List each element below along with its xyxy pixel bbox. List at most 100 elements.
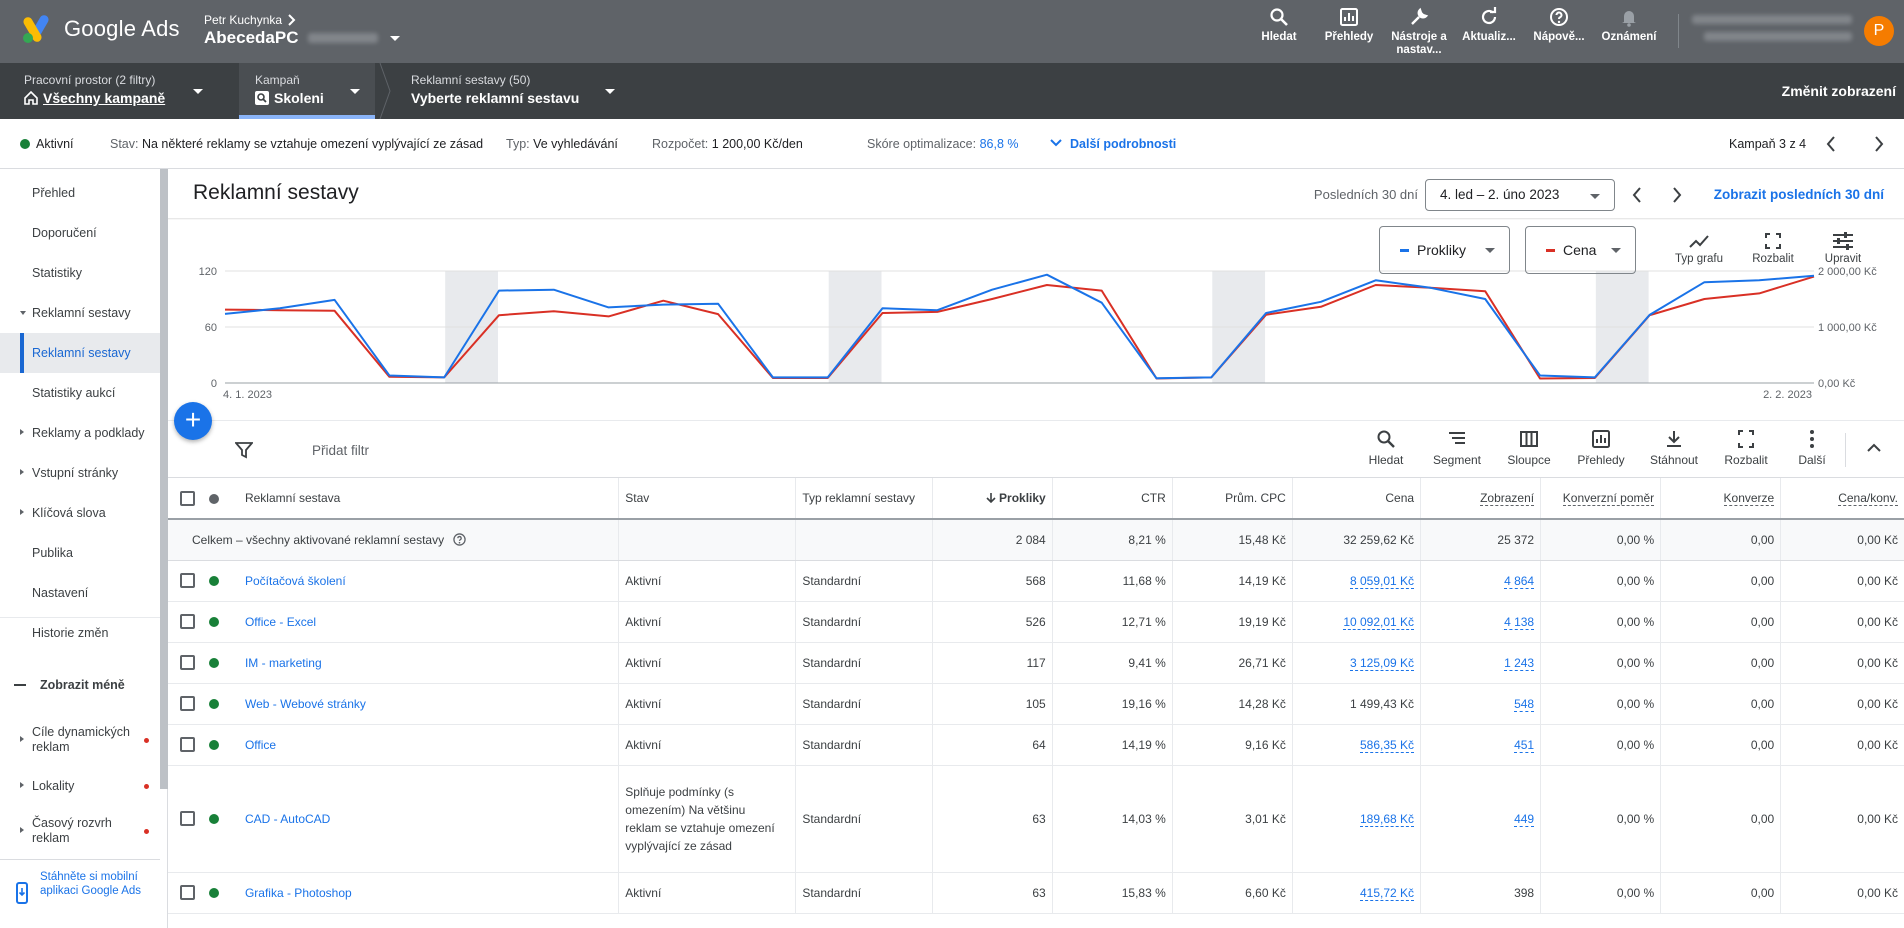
row-adgroup-name[interactable]: Office - Excel	[224, 601, 620, 643]
download-button[interactable]: Stáhnout	[1641, 429, 1707, 467]
campaign-selector[interactable]: Kampaň Skoleni	[255, 73, 324, 106]
row-adgroup-name[interactable]: Web - Webové stránky	[224, 683, 620, 725]
toolbar-reports[interactable]: Přehledy	[1314, 6, 1384, 57]
table-search-button[interactable]: Hledat	[1353, 429, 1419, 467]
row-adgroup-name[interactable]: Office	[224, 724, 620, 766]
row-checkbox[interactable]	[168, 765, 197, 873]
sidebar-item-9[interactable]: Publika	[0, 533, 160, 573]
sidebar-item-6[interactable]: Reklamy a podklady	[0, 413, 160, 453]
table-expand-button[interactable]: Rozbalit	[1713, 429, 1779, 467]
row-adgroup-name[interactable]: IM - marketing	[224, 642, 620, 684]
toolbar-search[interactable]: Hledat	[1244, 6, 1314, 57]
sidebar-item-2[interactable]: Statistiky	[0, 253, 160, 293]
row-cost[interactable]: 586,35 Kč	[1292, 724, 1422, 766]
sidebar-item-11[interactable]: Historie změn	[0, 613, 160, 653]
filter-icon[interactable]	[235, 441, 253, 459]
sidebar-item-0[interactable]: Přehled	[0, 173, 160, 213]
date-next-icon[interactable]	[1672, 187, 1682, 203]
avatar[interactable]: P	[1864, 16, 1894, 46]
col-ctr[interactable]: CTR	[1052, 478, 1173, 520]
col-avg-cpc[interactable]: Prům. CPC	[1172, 478, 1293, 520]
user-account-redacted[interactable]	[1692, 15, 1852, 41]
toolbar-help[interactable]: Nápově...	[1524, 6, 1594, 57]
col-adgroup[interactable]: Reklamní sestava	[224, 478, 620, 520]
row-cost[interactable]: 8 059,01 Kč	[1292, 560, 1422, 602]
add-filter-button[interactable]: Přidat filtr	[312, 443, 369, 458]
change-view-button[interactable]: Změnit zobrazení	[1782, 83, 1896, 99]
col-conv-rate[interactable]: Konverzní poměr	[1540, 478, 1662, 520]
chart-adjust-button[interactable]: Upravit	[1811, 232, 1875, 265]
campaign-state[interactable]: Stav: Na některé reklamy se vztahuje ome…	[110, 137, 483, 151]
metric2-selector[interactable]: Cena	[1525, 226, 1636, 274]
sidebar-scrollbar[interactable]	[160, 169, 168, 789]
sidebar-item-dynamic-targets[interactable]: Cíle dynamických reklam	[0, 715, 160, 765]
collapse-up-icon[interactable]	[1867, 443, 1881, 453]
row-adgroup-name[interactable]: CAD - AutoCAD	[224, 765, 620, 873]
col-cost[interactable]: Cena	[1292, 478, 1422, 520]
row-checkbox[interactable]	[168, 560, 197, 602]
sidebar-item-locations[interactable]: Lokality	[0, 766, 160, 806]
col-status[interactable]: Stav	[618, 478, 797, 520]
show-last-30-days-link[interactable]: Zobrazit posledních 30 dní	[1714, 187, 1884, 202]
show-less-button[interactable]: Zobrazit méně	[0, 665, 160, 705]
select-all-checkbox[interactable]	[168, 478, 197, 520]
optimization-score[interactable]: Skóre optimalizace: 86,8 %	[867, 137, 1018, 151]
col-clicks[interactable]: Prokliky	[932, 478, 1053, 520]
campaign-budget[interactable]: Rozpočet: 1 200,00 Kč/den	[652, 137, 803, 151]
sidebar-item-8[interactable]: Klíčová slova	[0, 493, 160, 533]
sidebar-item-3[interactable]: Reklamní sestavy	[0, 293, 160, 333]
previous-campaign-icon[interactable]	[1826, 136, 1836, 152]
metric1-selector[interactable]: Prokliky	[1379, 226, 1510, 274]
help-icon[interactable]	[453, 533, 467, 546]
toolbar-notifications[interactable]: Oznámení	[1594, 6, 1664, 57]
row-cost[interactable]: 10 092,01 Kč	[1292, 601, 1422, 643]
campaign-dropdown-icon[interactable]	[350, 89, 360, 94]
chart-type-button[interactable]: Typ grafu	[1667, 232, 1731, 265]
row-checkbox[interactable]	[168, 683, 197, 725]
row-impr[interactable]: 451	[1420, 724, 1542, 766]
row-cost[interactable]: 415,72 Kč	[1292, 872, 1422, 914]
row-impr[interactable]: 4 138	[1420, 601, 1542, 643]
toolbar-tools[interactable]: Nástroje a nastav...	[1384, 6, 1454, 57]
adgroup-dropdown-icon[interactable]	[605, 89, 615, 94]
sidebar-item-5[interactable]: Statistiky aukcí	[0, 373, 160, 413]
next-campaign-icon[interactable]	[1874, 136, 1884, 152]
row-cost[interactable]: 3 125,09 Kč	[1292, 642, 1422, 684]
toolbar-refresh[interactable]: Aktualiz...	[1454, 6, 1524, 57]
sidebar-item-10[interactable]: Nastavení	[0, 573, 160, 613]
adgroup-selector[interactable]: Reklamní sestavy (50) Vyberte reklamní s…	[411, 73, 579, 106]
row-checkbox[interactable]	[168, 872, 197, 914]
sidebar-item-ad-schedule[interactable]: Časový rozvrh reklam	[0, 806, 160, 856]
row-adgroup-name[interactable]: Grafika - Photoshop	[224, 872, 620, 914]
col-cost-per-conv[interactable]: Cena/konv.	[1780, 478, 1904, 520]
sidebar-item-4[interactable]: Reklamní sestavy	[0, 333, 160, 373]
more-button[interactable]: Další	[1779, 429, 1845, 467]
google-ads-logo[interactable]: Google Ads	[22, 14, 180, 44]
segment-button[interactable]: Segment	[1424, 429, 1490, 467]
row-impr[interactable]: 4 864	[1420, 560, 1542, 602]
chart-expand-button[interactable]: Rozbalit	[1741, 232, 1805, 265]
row-checkbox[interactable]	[168, 601, 197, 643]
row-adgroup-name[interactable]: Počítačová školení	[224, 560, 620, 602]
more-details-button[interactable]: Další podrobnosti	[1050, 137, 1176, 151]
col-impressions[interactable]: Zobrazení	[1420, 478, 1542, 520]
date-range-picker[interactable]: 4. led – 2. úno 2023	[1425, 179, 1615, 211]
sidebar-item-7[interactable]: Vstupní stránky	[0, 453, 160, 493]
table-reports-button[interactable]: Přehledy	[1568, 429, 1634, 467]
col-conversions[interactable]: Konverze	[1660, 478, 1782, 520]
row-checkbox[interactable]	[168, 724, 197, 766]
workspace-dropdown-icon[interactable]	[193, 89, 203, 94]
add-button[interactable]: +	[174, 402, 212, 440]
mobile-app-promo[interactable]: Stáhněte si mobilní aplikaci Google Ads	[0, 859, 160, 928]
row-checkbox[interactable]	[168, 642, 197, 684]
account-selector[interactable]: Petr Kuchynka AbecedaPC	[204, 13, 401, 48]
columns-button[interactable]: Sloupce	[1496, 429, 1562, 467]
row-cost[interactable]: 189,68 Kč	[1292, 765, 1422, 873]
row-impr[interactable]: 548	[1420, 683, 1542, 725]
row-impr[interactable]: 1 243	[1420, 642, 1542, 684]
date-prev-icon[interactable]	[1632, 187, 1642, 203]
col-type[interactable]: Typ reklamní sestavy	[795, 478, 933, 520]
row-impr[interactable]: 449	[1420, 765, 1542, 873]
sidebar-item-1[interactable]: Doporučení	[0, 213, 160, 253]
workspace-selector[interactable]: Pracovní prostor (2 filtry) Všechny kamp…	[24, 73, 165, 106]
